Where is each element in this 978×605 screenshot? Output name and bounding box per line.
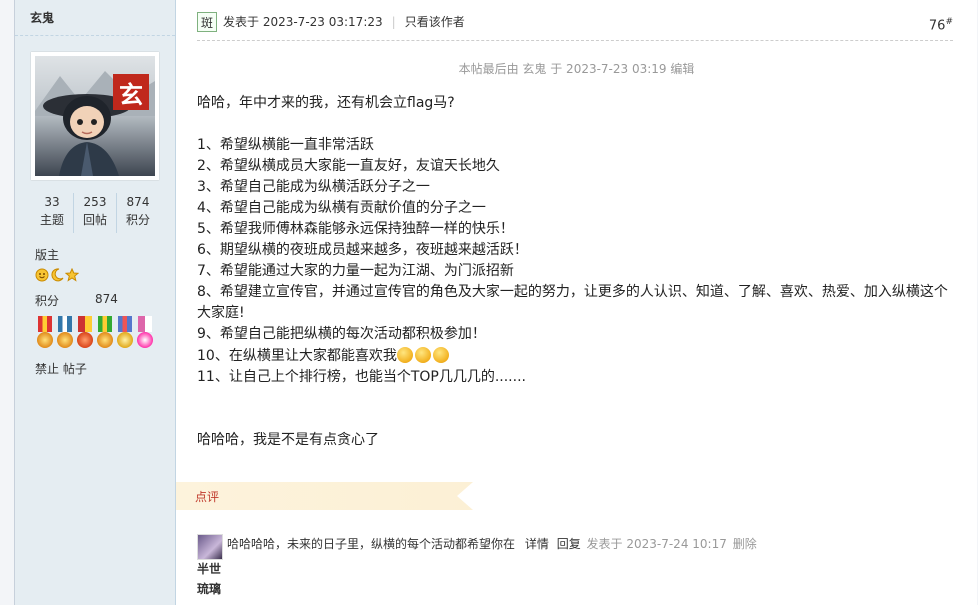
medal-icon[interactable] — [135, 316, 155, 350]
author-sidebar: 玄鬼 玄 33 主题 253 回帖 874 积分 版主 积分 874 禁止 帖子 — [15, 0, 176, 605]
commenter-name-line: 半世 — [197, 562, 222, 576]
stat-label: 主题 — [39, 213, 64, 227]
points-value: 874 — [95, 292, 118, 306]
comment-detail-link[interactable]: 详情 — [525, 537, 549, 551]
comment-header-label: 点评 — [195, 490, 220, 504]
comment-header: 点评 — [176, 482, 473, 510]
floor-sup: # — [945, 17, 953, 27]
wish-line: 7、希望能通过大家的力量一起为江湖、为门派招新 — [197, 263, 514, 279]
sun-icon — [35, 268, 49, 282]
wish-line: 8、希望建立宣传官，并通过宣传官的角色及大家一起的努力，让更多的人认识、知道、了… — [197, 284, 948, 321]
only-author-link[interactable]: 只看该作者 — [405, 12, 465, 32]
author-stats: 33 主题 253 回帖 874 积分 — [31, 193, 159, 233]
stat-label: 积分 — [125, 213, 150, 227]
wish-line: 9、希望自己能把纵横的每次活动都积极参加！ — [197, 326, 486, 342]
comment-time: 发表于 2023-7-24 10:17 — [586, 537, 727, 551]
rank-stars — [35, 268, 79, 282]
avatar[interactable]: 玄 — [31, 52, 159, 180]
author-name[interactable]: 玄鬼 — [15, 0, 175, 36]
header-divider: | — [391, 15, 396, 29]
stat-replies[interactable]: 253 回帖 — [73, 193, 116, 233]
stat-points[interactable]: 874 积分 — [116, 193, 159, 233]
medal-icon[interactable] — [115, 316, 135, 350]
wish-line: 3、希望自己能成为纵横活跃分子之一 — [197, 179, 430, 195]
wish-line: 2、希望纵横成员大家能一直友好，友谊天长地久 — [197, 158, 500, 174]
star-icon — [65, 268, 79, 282]
medal-icon[interactable] — [35, 316, 55, 350]
user-points: 积分 874 — [35, 292, 118, 309]
comment-reply-link[interactable]: 回复 — [557, 537, 581, 551]
medal-list — [35, 316, 155, 350]
comment-text-line: 哈哈哈哈，未来的日子里，纵横的每个活动都希望你在 详情 回复 发表于 2023-… — [227, 535, 757, 552]
laugh-emoji-icon — [396, 347, 413, 363]
stat-value: 874 — [126, 195, 150, 209]
post-container: 玄鬼 玄 33 主题 253 回帖 874 积分 版主 积分 874 禁止 帖子… — [14, 0, 977, 605]
commenter-name-line: 琉璃 — [197, 582, 222, 596]
wish-line-text: 10、在纵横里让大家都能喜欢我 — [197, 348, 397, 364]
online-status-icon: 斑 — [197, 12, 217, 32]
wish-line: 5、希望我师傅林森能够永远保持独醉一样的快乐！ — [197, 221, 514, 237]
stat-label: 回帖 — [82, 213, 107, 227]
comment-text: 哈哈哈哈，未来的日子里，纵横的每个活动都希望你在 — [227, 537, 516, 551]
edit-note: 本帖最后由 玄鬼 于 2023-7-23 03:19 编辑 — [458, 62, 695, 76]
post-intro: 哈哈，年中才来的我，还有机会立flag马? — [197, 95, 455, 111]
post-body: 斑 发表于 2023-7-23 03:17:23 | 只看该作者 76# 本帖最… — [176, 0, 977, 605]
post-time: 发表于 2023-7-23 03:17:23 — [223, 15, 383, 29]
wish-line: 6、期望纵横的夜班成员越来越多，夜班越来越活跃！ — [197, 242, 528, 258]
comment-delete-link[interactable]: 删除 — [733, 537, 757, 551]
floor-number[interactable]: 76# — [929, 12, 953, 36]
ban-posts-link[interactable]: 禁止 帖子 — [35, 360, 87, 377]
avatar-seal-text: 玄 — [119, 79, 143, 109]
laugh-emoji-icon — [414, 347, 431, 363]
stat-value: 33 — [44, 195, 60, 209]
medal-icon[interactable] — [95, 316, 115, 350]
stat-value: 253 — [83, 195, 107, 209]
commenter-avatar[interactable] — [197, 534, 223, 560]
floor-value: 76 — [928, 18, 946, 34]
avatar-image: 玄 — [35, 56, 155, 176]
post-content: 哈哈，年中才来的我，还有机会立flag马? 1、希望纵横能一直非常活跃 2、希望… — [197, 93, 957, 451]
avatar-seal: 玄 — [113, 74, 149, 110]
wish-line: 1、希望纵横能一直非常活跃 — [197, 137, 374, 153]
commenter-name[interactable]: 半世 琉璃 — [197, 559, 221, 599]
moon-icon — [51, 268, 64, 282]
online-status-text: 斑 — [200, 15, 213, 30]
user-rank[interactable]: 版主 — [35, 246, 59, 263]
wish-line-10: 10、在纵横里让大家都能喜欢我 — [197, 346, 957, 367]
wish-line: 4、希望自己能成为纵横有贡献价值的分子之一 — [197, 200, 486, 216]
laugh-emoji-icon — [432, 347, 449, 363]
medal-icon[interactable] — [55, 316, 75, 350]
wish-line: 11、让自己上个排行榜，也能当个TOP几几几的....... — [197, 369, 526, 385]
stat-threads[interactable]: 33 主题 — [31, 193, 73, 233]
post-header: 斑 发表于 2023-7-23 03:17:23 | 只看该作者 76# — [197, 12, 953, 41]
points-label: 积分 — [35, 294, 60, 308]
post-closing: 哈哈哈，我是不是有点贪心了 — [197, 432, 379, 448]
medal-icon[interactable] — [75, 316, 95, 350]
